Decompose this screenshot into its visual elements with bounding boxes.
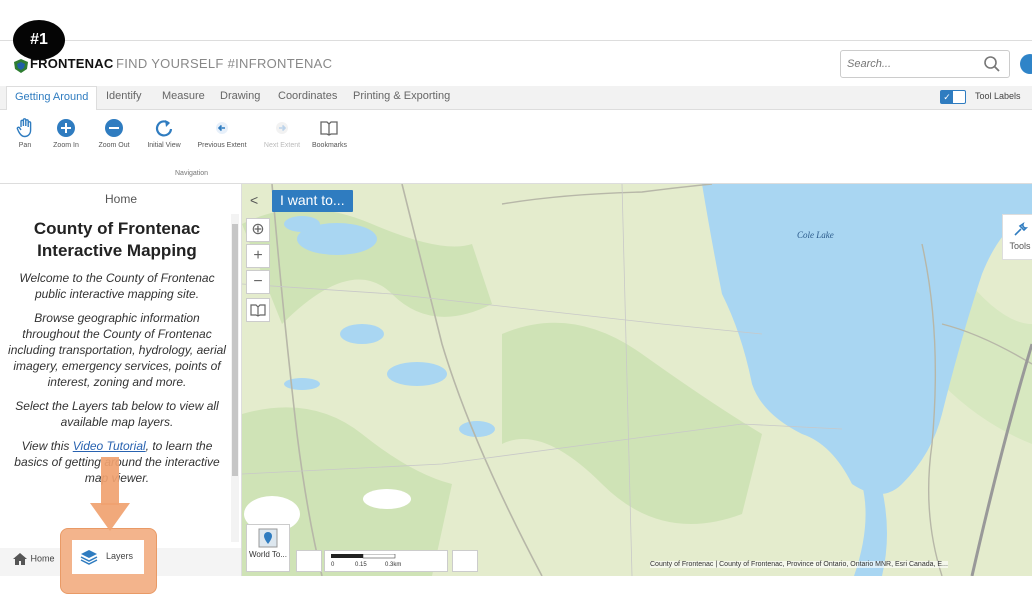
scale-toggle-icon[interactable] xyxy=(452,550,478,572)
map-thumbnail-icon xyxy=(258,528,278,548)
down-arrow-annotation-icon xyxy=(90,457,130,531)
zoom-out-map-button[interactable]: − xyxy=(246,270,270,294)
search-input[interactable] xyxy=(847,56,967,72)
panel-layers-text: Select the Layers tab below to view all … xyxy=(15,399,219,429)
overview-map-icon[interactable] xyxy=(296,550,322,572)
lake-label: Cole Lake xyxy=(797,230,834,240)
home-tab-label: Home xyxy=(30,553,55,564)
book-icon xyxy=(320,121,338,136)
zoom-in-icon xyxy=(57,119,75,137)
previous-extent-label: Previous Extent xyxy=(197,142,247,149)
app-window: #1 FRONTENAC FIND YOURSELF #INFRONTENAC … xyxy=(0,0,1032,600)
tab-identify[interactable]: Identify xyxy=(106,90,141,102)
book-icon xyxy=(250,304,266,317)
check-icon: ✓ xyxy=(941,91,953,103)
map-canvas[interactable] xyxy=(242,184,1032,576)
search-box[interactable] xyxy=(840,50,1010,78)
zoom-in-button[interactable]: Zoom In xyxy=(48,118,84,149)
frontenac-logo-icon xyxy=(14,59,28,73)
hand-icon xyxy=(16,118,32,138)
basemap-switcher[interactable]: World To... xyxy=(246,524,290,572)
brand-tagline: FIND YOURSELF #INFRONTENAC xyxy=(116,56,333,71)
panel-scrollbar[interactable] xyxy=(231,214,239,542)
refresh-icon xyxy=(155,120,173,137)
tools-button[interactable]: Tools xyxy=(1002,214,1032,260)
bookmarks-button[interactable]: Bookmarks xyxy=(312,118,348,149)
tool-labels-label: Tool Labels xyxy=(975,91,1021,101)
zoom-out-icon xyxy=(105,119,123,137)
scale-label-0: 0 xyxy=(331,562,335,568)
zoom-out-label: Zoom Out xyxy=(98,142,130,149)
previous-extent-button[interactable]: Previous Extent xyxy=(196,118,248,149)
tab-measure[interactable]: Measure xyxy=(162,90,205,102)
panel-welcome-text: Welcome to the County of Frontenac publi… xyxy=(19,271,215,301)
locate-icon[interactable]: ⊕ xyxy=(246,218,270,242)
scrollbar-thumb[interactable] xyxy=(232,224,238,476)
tab-getting-around[interactable]: Getting Around xyxy=(6,86,98,110)
search-icon[interactable] xyxy=(983,55,1001,73)
layers-tab[interactable]: Layers xyxy=(72,540,144,574)
bookmarks-label: Bookmarks xyxy=(312,142,348,149)
tools-label: Tools xyxy=(1009,241,1031,251)
tool-labels-toggle[interactable]: ✓ xyxy=(940,90,966,104)
home-icon xyxy=(13,553,27,565)
panel-body: County of Frontenac Interactive Mapping … xyxy=(8,218,226,486)
initial-view-button[interactable]: Initial View xyxy=(144,118,184,149)
step-badge: #1 xyxy=(13,20,65,60)
next-extent-button[interactable]: Next Extent xyxy=(260,118,304,149)
tab-drawing[interactable]: Drawing xyxy=(220,90,260,102)
scale-label-mid: 0.15 xyxy=(355,562,367,568)
layers-tab-highlight: Layers xyxy=(60,528,157,594)
bookmarks-map-icon[interactable] xyxy=(246,298,270,322)
forward-arrow-icon xyxy=(276,122,288,134)
scale-bar-graphic xyxy=(331,554,396,559)
map-view[interactable]: < I want to... ⊕ + − Cole Lake Tools Wor… xyxy=(242,184,1032,576)
pan-label: Pan xyxy=(18,142,32,149)
tab-coordinates[interactable]: Coordinates xyxy=(278,90,337,102)
back-arrow-icon xyxy=(216,122,228,134)
layers-tab-label: Layers xyxy=(106,551,134,561)
header-bar: FRONTENAC FIND YOURSELF #INFRONTENAC xyxy=(0,40,1032,86)
zoom-in-map-button[interactable]: + xyxy=(246,244,270,268)
video-text-pre: View this xyxy=(21,439,73,453)
home-tab[interactable]: Home xyxy=(12,552,55,566)
help-icon[interactable] xyxy=(1020,54,1032,74)
scale-label-max: 0.3km xyxy=(385,562,402,568)
zoom-in-label: Zoom In xyxy=(53,142,79,149)
top-strip xyxy=(0,0,1032,40)
pan-button[interactable]: Pan xyxy=(14,118,36,149)
i-want-to-button[interactable]: I want to... xyxy=(272,190,353,212)
ribbon-toolbar: Pan Zoom In Zoom Out Initial View Previo… xyxy=(0,110,1032,184)
navigation-group-label: Navigation xyxy=(175,170,209,177)
panel-title: County of Frontenac Interactive Mapping xyxy=(33,219,201,260)
initial-view-label: Initial View xyxy=(147,142,181,149)
zoom-out-button[interactable]: Zoom Out xyxy=(94,118,134,149)
panel-header: Home xyxy=(104,192,137,206)
basemap-label: World To... xyxy=(249,550,287,559)
tools-icon xyxy=(1014,222,1029,236)
scale-bar: 0 0.15 0.3km xyxy=(324,550,448,572)
next-extent-label: Next Extent xyxy=(263,142,301,149)
collapse-panel-chevron-icon[interactable]: < xyxy=(250,192,258,208)
ribbon-tabs: Getting Around Identify Measure Drawing … xyxy=(0,86,1032,110)
video-tutorial-link[interactable]: Video Tutorial xyxy=(73,439,146,453)
map-attribution: County of Frontenac | County of Frontena… xyxy=(650,561,948,568)
tab-printing-exporting[interactable]: Printing & Exporting xyxy=(353,90,450,102)
layers-icon xyxy=(80,550,98,565)
panel-browse-text: Browse geographic information throughout… xyxy=(8,311,226,389)
